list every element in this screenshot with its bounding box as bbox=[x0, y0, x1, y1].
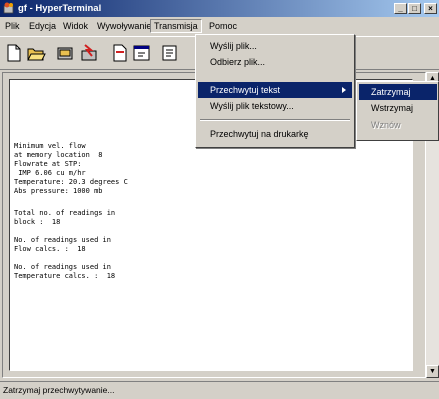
terminal-line: Flow calcs. : 18 bbox=[14, 245, 86, 253]
terminal-line: Abs pressure: 1000 mb bbox=[14, 187, 103, 195]
submenu-item-label: Wstrzymaj bbox=[371, 103, 413, 113]
menu-item-przechwytuj-tekst[interactable]: Przechwytuj tekst bbox=[198, 82, 352, 98]
terminal-line: Temperature calcs. : 18 bbox=[14, 272, 116, 280]
menu-item-label: Przechwytuj na drukarkę bbox=[210, 129, 309, 139]
terminal-line: at memory location 8 bbox=[14, 151, 103, 159]
menu-item-label: Wyślij plik... bbox=[210, 41, 257, 51]
new-icon[interactable] bbox=[4, 43, 24, 63]
menu-item-przechwytuj-na-drukarke[interactable]: Przechwytuj na drukarkę bbox=[198, 126, 352, 142]
window-title: gf - HyperTerminal bbox=[18, 3, 102, 14]
status-bar: Zatrzymaj przechwytywanie... bbox=[0, 381, 439, 399]
menu-transmisja[interactable]: Transmisja bbox=[150, 19, 202, 33]
terminal-line: block : 18 bbox=[14, 218, 61, 226]
menu-widok[interactable]: Widok bbox=[60, 19, 91, 33]
przechwytuj-submenu: Zatrzymaj Wstrzymaj Wznów bbox=[356, 81, 439, 141]
terminal-line: No. of readings used in bbox=[14, 236, 111, 244]
open-icon[interactable] bbox=[26, 43, 46, 63]
menu-item-odbierz-plik[interactable]: Odbierz plik... bbox=[198, 54, 352, 70]
menu-wywolywanie[interactable]: Wywoływanie bbox=[94, 19, 154, 33]
terminal-line: IMP 6.06 cu m/hr bbox=[14, 169, 86, 177]
title-bar[interactable]: gf - HyperTerminal _ □ × bbox=[0, 0, 439, 17]
menu-wywolywanie-label: Wywoływanie bbox=[97, 21, 152, 31]
menu-bar: Plik Edycja Widok Wywoływanie Transmisja… bbox=[0, 18, 439, 34]
menu-item-label: Odbierz plik... bbox=[210, 57, 266, 67]
receive-icon[interactable] bbox=[132, 43, 152, 63]
terminal-line: Temperature: 20.3 degrees C bbox=[14, 178, 128, 186]
send-icon[interactable] bbox=[110, 43, 130, 63]
menu-pomoc[interactable]: Pomoc bbox=[206, 19, 240, 33]
hyperterminal-app-icon bbox=[3, 2, 14, 14]
submenu-item-wznow: Wznów bbox=[359, 117, 437, 133]
close-button[interactable]: × bbox=[424, 3, 437, 14]
minimize-button[interactable]: _ bbox=[394, 3, 407, 14]
hyperterminal-window: gf - HyperTerminal _ □ × Plik Edycja Wid… bbox=[0, 0, 439, 399]
menu-item-wyslij-plik-tekstowy[interactable]: Wyślij plik tekstowy... bbox=[198, 98, 352, 114]
menu-edycja[interactable]: Edycja bbox=[26, 19, 59, 33]
status-text: Zatrzymaj przechwytywanie... bbox=[3, 385, 115, 395]
submenu-item-zatrzymaj[interactable]: Zatrzymaj bbox=[359, 84, 437, 100]
submenu-item-label: Wznów bbox=[371, 120, 401, 130]
submenu-item-wstrzymaj[interactable]: Wstrzymaj bbox=[359, 100, 437, 116]
menu-item-wyslij-plik[interactable]: Wyślij plik... bbox=[198, 38, 352, 54]
submenu-item-label: Zatrzymaj bbox=[371, 87, 411, 97]
menu-transmisja-label: Transmisja bbox=[154, 21, 198, 31]
menu-item-label: Wyślij plik tekstowy... bbox=[210, 101, 294, 111]
terminal-line: Flowrate at STP: bbox=[14, 160, 82, 168]
menu-separator bbox=[200, 119, 350, 121]
terminal-line: Total no. of readings in bbox=[14, 209, 116, 217]
terminal-line: Minimum vel. flow bbox=[14, 142, 86, 150]
menu-pomoc-label: Pomoc bbox=[209, 21, 238, 31]
submenu-arrow-icon bbox=[342, 87, 346, 93]
terminal-line: No. of readings used in bbox=[14, 263, 111, 271]
menu-edycja-label: Edycja bbox=[29, 21, 57, 31]
scroll-down-icon[interactable]: ▼ bbox=[426, 365, 439, 378]
properties-icon[interactable] bbox=[160, 43, 180, 63]
connect-icon[interactable] bbox=[56, 43, 76, 63]
menu-item-label: Przechwytuj tekst bbox=[210, 85, 281, 95]
menu-plik-label: Plik bbox=[5, 21, 20, 31]
disconnect-icon[interactable] bbox=[80, 43, 100, 63]
transmisja-dropdown: Wyślij plik... Odbierz plik... Przechwyt… bbox=[195, 34, 355, 148]
menu-plik[interactable]: Plik bbox=[2, 19, 23, 33]
menu-widok-label: Widok bbox=[63, 21, 89, 31]
maximize-button[interactable]: □ bbox=[408, 3, 421, 14]
